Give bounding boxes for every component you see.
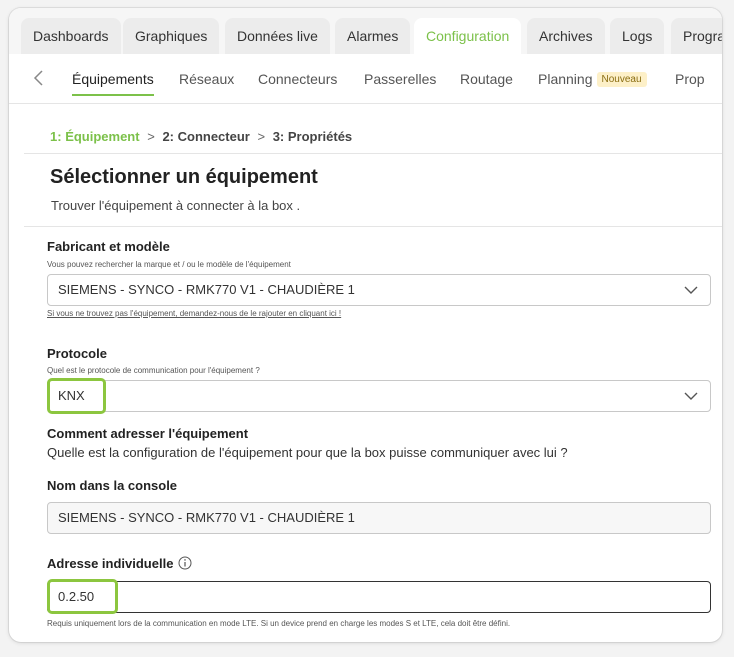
manufacturer-label: Fabricant et modèle — [47, 239, 170, 254]
tab-dashboards[interactable]: Dashboards — [21, 18, 121, 54]
subnav-connecteurs[interactable]: Connecteurs — [258, 71, 337, 87]
divider — [24, 226, 722, 227]
info-icon[interactable] — [178, 556, 192, 570]
tab-graphiques[interactable]: Graphiques — [123, 18, 220, 54]
subnav-routage[interactable]: Routage — [460, 71, 513, 87]
individual-address-hint: Requis uniquement lors de la communicati… — [47, 619, 511, 628]
chevron-left-icon[interactable] — [31, 68, 47, 88]
tab-programmes[interactable]: Progra — [671, 18, 722, 54]
subnav-reseaux[interactable]: Réseaux — [179, 71, 234, 87]
wizard-stepper: 1: Équipement > 2: Connecteur > 3: Propr… — [50, 129, 352, 144]
new-badge: Nouveau — [596, 72, 647, 87]
step2-label[interactable]: 2: Connecteur — [162, 129, 249, 144]
sub-navigation: Équipements Réseaux Connecteurs Passerel… — [9, 54, 722, 104]
tab-configuration[interactable]: Configuration — [414, 18, 522, 54]
protocol-hint: Quel est le protocole de communication p… — [47, 366, 260, 375]
subnav-equipements[interactable]: Équipements — [72, 71, 154, 96]
step3-label[interactable]: 3: Propriétés — [273, 129, 352, 144]
tab-donnees-live[interactable]: Données live — [225, 18, 330, 54]
individual-address-label: Adresse individuelle — [47, 556, 192, 571]
console-name-input[interactable]: SIEMENS - SYNCO - RMK770 V1 - CHAUDIÈRE … — [47, 502, 711, 534]
individual-address-label-text: Adresse individuelle — [47, 556, 174, 571]
console-name-label: Nom dans la console — [47, 478, 178, 493]
subnav-passerelles[interactable]: Passerelles — [364, 71, 436, 87]
individual-address-input[interactable]: 0.2.50 — [47, 581, 711, 613]
main-tab-bar: Dashboards Graphiques Données live Alarm… — [9, 8, 722, 54]
subnav-planning-label: Planning — [538, 71, 593, 87]
step-separator: > — [147, 129, 155, 144]
protocol-select[interactable]: KNX — [47, 380, 711, 412]
request-equipment-link[interactable]: Si vous ne trouvez pas l'équipement, dem… — [47, 309, 341, 318]
divider — [24, 153, 722, 154]
tab-logs[interactable]: Logs — [610, 18, 665, 54]
protocol-value: KNX — [58, 388, 85, 403]
addressing-description: Quelle est la configuration de l'équipem… — [47, 445, 568, 460]
step-separator: > — [257, 129, 266, 144]
individual-address-value: 0.2.50 — [58, 589, 95, 604]
addressing-label: Comment adresser l'équipement — [47, 426, 249, 441]
manufacturer-select[interactable]: SIEMENS - SYNCO - RMK770 V1 - CHAUDIÈRE … — [47, 274, 711, 306]
subnav-planning[interactable]: Planning Nouveau — [538, 71, 647, 87]
configuration-window: Dashboards Graphiques Données live Alarm… — [9, 8, 722, 642]
page-subtitle: Trouver l'équipement à connecter à la bo… — [51, 198, 301, 213]
manufacturer-value: SIEMENS - SYNCO - RMK770 V1 - CHAUDIÈRE … — [58, 282, 355, 297]
subnav-proprietes[interactable]: Prop — [675, 71, 705, 87]
manufacturer-hint: Vous pouvez rechercher la marque et / ou… — [47, 260, 291, 269]
page-title: Sélectionner un équipement — [50, 166, 318, 188]
chevron-down-icon — [684, 286, 698, 294]
chevron-down-icon — [684, 392, 698, 400]
step1-label[interactable]: Équipement — [65, 129, 139, 144]
tab-archives[interactable]: Archives — [527, 18, 605, 54]
tab-alarmes[interactable]: Alarmes — [335, 18, 411, 54]
protocol-label: Protocole — [47, 346, 107, 361]
console-name-value: SIEMENS - SYNCO - RMK770 V1 - CHAUDIÈRE … — [58, 510, 355, 525]
step1-number: 1: — [50, 129, 62, 144]
